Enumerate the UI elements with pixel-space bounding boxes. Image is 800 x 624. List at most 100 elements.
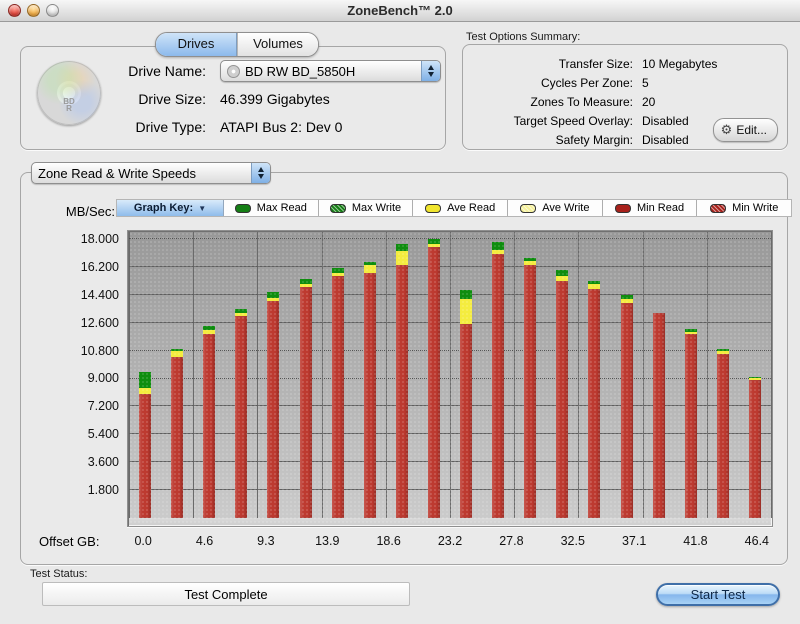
gridline xyxy=(129,265,771,267)
zone-bar xyxy=(524,232,537,518)
graph-key-button[interactable]: Graph Key: ▼ xyxy=(117,200,224,216)
zone-bar xyxy=(716,232,729,518)
x-axis-ticks: 0.0 4.6 9.3 13.9 18.6 23.2 27.8 32.5 37.1 41.8 46.… xyxy=(127,534,773,550)
chart-mode-value: Zone Read & Write Speeds xyxy=(38,165,197,181)
vertical-gridline xyxy=(321,232,323,518)
mini-disc-icon xyxy=(227,64,240,78)
tab-volumes[interactable]: Volumes xyxy=(237,33,318,56)
min-read-segment xyxy=(556,280,569,518)
vertical-gridline xyxy=(450,232,451,518)
zone-bar xyxy=(460,232,473,518)
vertical-gridline xyxy=(129,232,130,518)
vertical-gridline xyxy=(514,232,516,518)
edit-button-label: Edit... xyxy=(736,123,767,137)
y-tick-label: 18.000 xyxy=(80,231,119,246)
legend-swatch-icon xyxy=(614,203,631,213)
test-status-box: Test Complete xyxy=(42,582,410,606)
gridline xyxy=(129,377,771,379)
chart-baseline xyxy=(129,518,771,525)
gridline xyxy=(129,433,771,435)
min-read-segment xyxy=(363,273,376,518)
vertical-gridline xyxy=(642,232,644,518)
x-tick-label: 37.1 xyxy=(621,534,647,548)
y-axis-title: MB/Sec: xyxy=(65,204,115,219)
legend-item-max-write[interactable]: Max Write xyxy=(319,200,414,216)
ave-read-segment xyxy=(267,297,280,301)
zone-bar xyxy=(588,232,601,518)
bd-disc-icon: BD R xyxy=(37,61,101,125)
drive-name-select[interactable]: BD RW BD_5850H xyxy=(220,60,441,82)
drive-panel: BD R Drive Name: BD RW BD_5850H Drive Si… xyxy=(20,46,446,150)
y-tick-label: 7.200 xyxy=(87,399,119,414)
chart-panel: Zone Read & Write Speeds Graph Key: ▼ Ma… xyxy=(20,162,792,565)
min-read-segment xyxy=(620,302,633,518)
legend-item-label: Ave Write xyxy=(542,202,590,214)
vertical-gridline xyxy=(257,232,259,518)
window-content: Drives Volumes BD R Drive Name: BD RW BD… xyxy=(0,22,800,624)
legend-item-label: Min Read xyxy=(636,202,685,214)
y-tick-label: 12.600 xyxy=(80,315,119,330)
graph-key-legend: Graph Key: ▼ Max Read Max Write Ave Read Av… xyxy=(116,199,792,217)
legend-swatch-icon xyxy=(520,203,537,213)
y-tick-label: 3.600 xyxy=(87,455,119,470)
test-options-panel: Transfer Size: 10 Megabytes Cycles Per Zon… xyxy=(462,44,788,150)
y-tick-label: 14.400 xyxy=(80,287,119,302)
zone-bar xyxy=(748,232,761,518)
zone-bar xyxy=(299,232,312,518)
chevron-down-icon: ▼ xyxy=(198,203,207,213)
max-read-segment xyxy=(267,291,280,298)
x-tick-label: 32.5 xyxy=(560,534,585,548)
x-tick-label: 4.6 xyxy=(195,534,214,548)
tab-bar: Drives Volumes xyxy=(155,32,319,57)
legend-item-min-write[interactable]: Min Write xyxy=(697,200,791,216)
ave-read-segment xyxy=(716,350,729,354)
drive-name-value: BD RW BD_5850H xyxy=(245,63,356,79)
test-status-label: Test Status: xyxy=(30,568,88,580)
max-read-segment xyxy=(748,376,761,378)
edit-options-button[interactable]: ⚙ Edit... xyxy=(712,118,778,142)
zone-bar xyxy=(492,232,505,518)
ave-read-segment xyxy=(524,260,537,266)
legend-item-ave-read[interactable]: Ave Read xyxy=(413,200,509,216)
min-read-segment xyxy=(427,246,440,518)
min-read-segment xyxy=(267,300,280,518)
drive-name-row: Drive Name: BD RW BD_5850H xyxy=(111,57,441,85)
option-label: Zones To Measure: xyxy=(530,94,634,109)
max-read-segment xyxy=(716,349,729,351)
gridline xyxy=(129,237,771,239)
max-read-segment xyxy=(588,280,601,284)
start-test-button[interactable]: Start Test xyxy=(656,583,780,606)
max-read-segment xyxy=(203,325,216,331)
popup-stepper-icon[interactable] xyxy=(251,163,270,183)
option-label: Cycles Per Zone: xyxy=(540,75,633,90)
legend-swatch-icon xyxy=(234,203,251,213)
min-read-segment xyxy=(331,276,344,518)
max-read-segment xyxy=(620,294,633,300)
zone-bar xyxy=(139,232,152,518)
tab-drives[interactable]: Drives xyxy=(156,33,237,56)
min-read-segment xyxy=(235,316,248,518)
max-read-segment xyxy=(460,290,473,300)
max-read-segment xyxy=(684,328,697,332)
zone-bar xyxy=(267,232,280,518)
ave-read-segment xyxy=(460,299,473,325)
chart-mode-select[interactable]: Zone Read & Write Speeds xyxy=(31,162,271,184)
ave-read-segment xyxy=(748,377,761,381)
max-read-segment xyxy=(492,242,505,250)
legend-item-label: Min Write xyxy=(732,202,779,214)
legend-item-min-read[interactable]: Min Read xyxy=(603,200,698,216)
drive-size-value: 46.399 Gigabytes xyxy=(220,91,330,107)
ave-read-segment xyxy=(684,332,697,334)
legend-item-max-read[interactable]: Max Read xyxy=(224,200,319,216)
popup-stepper-icon[interactable] xyxy=(421,61,440,81)
drive-type-row: Drive Type: ATAPI Bus 2: Dev 0 xyxy=(111,113,441,141)
vertical-gridline xyxy=(578,232,580,518)
gridline xyxy=(129,321,771,323)
drive-name-label: Drive Name: xyxy=(128,63,206,79)
gridline xyxy=(129,461,771,463)
legend-item-ave-write[interactable]: Ave Write xyxy=(508,200,603,216)
min-read-segment xyxy=(492,254,505,518)
window-titlebar[interactable]: ZoneBench™ 2.0 xyxy=(0,0,800,22)
max-read-segment xyxy=(363,262,376,266)
option-label: Target Speed Overlay: xyxy=(513,113,633,128)
